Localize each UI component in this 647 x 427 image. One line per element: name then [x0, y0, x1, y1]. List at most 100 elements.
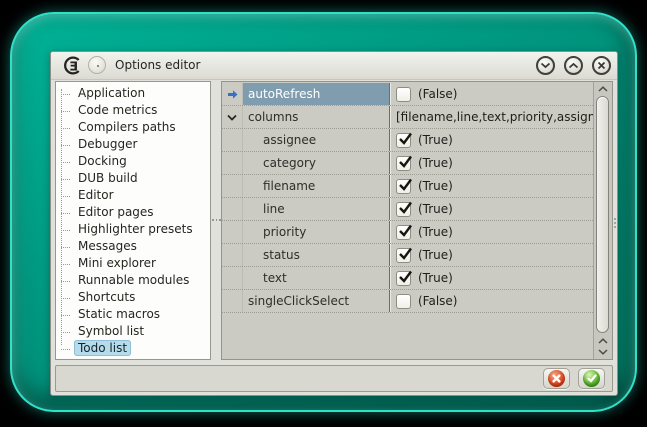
- property-value-text: (True): [418, 133, 453, 147]
- options-editor-window: Ǝ Options editor: [50, 51, 618, 396]
- property-row-columns[interactable]: columns [filename,line,text,priority,assi…: [222, 106, 593, 129]
- sidebar-item-editor-pages[interactable]: Editor pages: [56, 204, 210, 221]
- chevron-down-icon: [540, 62, 551, 69]
- panel-resize-handle-icon[interactable]: [614, 218, 617, 230]
- scrollbar-thumb[interactable]: [596, 96, 609, 333]
- property-value-cell: (True): [390, 175, 593, 197]
- checkbox[interactable]: [396, 87, 411, 102]
- scroll-down-button[interactable]: [594, 346, 612, 358]
- row-gutter: [222, 267, 243, 289]
- cancel-icon: [548, 370, 565, 387]
- sidebar-item-label: Docking: [74, 153, 131, 169]
- window-title: Options editor: [115, 58, 200, 72]
- property-row-autoRefresh[interactable]: autoRefresh (False): [222, 83, 593, 106]
- property-value-cell: (True): [390, 152, 593, 174]
- checkbox[interactable]: [396, 202, 411, 217]
- property-row-text[interactable]: text(True): [222, 267, 593, 290]
- sidebar-item-label: Mini explorer: [74, 255, 160, 271]
- titlebar[interactable]: Ǝ Options editor: [51, 52, 617, 80]
- property-value-cell: (True): [390, 267, 593, 289]
- vertical-scrollbar[interactable]: [593, 82, 612, 359]
- property-name: singleClickSelect: [243, 290, 390, 312]
- sidebar-item-static-macros[interactable]: Static macros: [56, 306, 210, 323]
- sidebar-item-docking[interactable]: Docking: [56, 153, 210, 170]
- cancel-button[interactable]: [543, 368, 570, 389]
- sidebar-item-symbol-list[interactable]: Symbol list: [56, 323, 210, 340]
- footer-bar: [55, 365, 613, 392]
- property-value-text: [filename,line,text,priority,assigne: [396, 110, 593, 124]
- property-value-text: (True): [418, 156, 453, 170]
- app-logo-icon: Ǝ: [63, 56, 82, 75]
- sidebar-item-code-metrics[interactable]: Code metrics: [56, 102, 210, 119]
- sidebar-item-compilers-paths[interactable]: Compilers paths: [56, 119, 210, 136]
- sidebar-item-label: Shortcuts: [74, 289, 139, 305]
- sidebar-item-application[interactable]: Application: [56, 85, 210, 102]
- ok-button[interactable]: [578, 368, 605, 389]
- sidebar-item-label: Compilers paths: [74, 119, 180, 135]
- scroll-up-button[interactable]: [594, 83, 612, 95]
- sidebar-item-shortcuts[interactable]: Shortcuts: [56, 289, 210, 306]
- property-name: filename: [243, 175, 390, 197]
- row-gutter: [222, 290, 243, 312]
- chevron-up-icon: [598, 338, 608, 344]
- property-name: columns: [243, 106, 390, 128]
- sidebar-splitter[interactable]: [211, 81, 221, 360]
- window-menu-button[interactable]: [88, 56, 106, 74]
- sidebar-item-dub-build[interactable]: DUB build: [56, 170, 210, 187]
- checkbox[interactable]: [396, 248, 411, 263]
- sidebar-item-messages[interactable]: Messages: [56, 238, 210, 255]
- property-row-assignee[interactable]: assignee(True): [222, 129, 593, 152]
- ok-icon: [583, 370, 600, 387]
- property-name: autoRefresh: [243, 83, 390, 105]
- property-row-priority[interactable]: priority(True): [222, 221, 593, 244]
- sidebar-item-label: Highlighter presets: [74, 221, 197, 237]
- category-tree: ApplicationCode metricsCompilers pathsDe…: [56, 85, 210, 357]
- row-gutter: [222, 221, 243, 243]
- property-value-cell: (False): [390, 83, 593, 105]
- titlebar-buttons: [536, 56, 611, 75]
- checkbox[interactable]: [396, 271, 411, 286]
- sidebar-item-label: Static macros: [74, 306, 164, 322]
- sidebar-item-todo-list[interactable]: Todo list: [56, 340, 210, 357]
- sidebar-item-editor[interactable]: Editor: [56, 187, 210, 204]
- property-row-singleClickSelect[interactable]: singleClickSelect(False): [222, 290, 593, 313]
- checkbox[interactable]: [396, 179, 411, 194]
- sidebar-item-runnable-modules[interactable]: Runnable modules: [56, 272, 210, 289]
- sidebar-item-label: Messages: [74, 238, 141, 254]
- chevron-up-icon: [568, 62, 579, 69]
- checkbox[interactable]: [396, 133, 411, 148]
- row-gutter: [222, 152, 243, 174]
- property-value-text: (False): [418, 87, 458, 101]
- property-rows: autoRefresh (False) columns [filename,line,…: [222, 83, 593, 313]
- row-gutter: [222, 244, 243, 266]
- sidebar-item-highlighter-presets[interactable]: Highlighter presets: [56, 221, 210, 238]
- property-name: status: [243, 244, 390, 266]
- property-row-filename[interactable]: filename(True): [222, 175, 593, 198]
- property-row-status[interactable]: status(True): [222, 244, 593, 267]
- window-frame: Ǝ Options editor: [10, 12, 637, 412]
- chevron-down-icon: [598, 349, 608, 355]
- checkbox[interactable]: [396, 225, 411, 240]
- checkbox[interactable]: [396, 294, 411, 309]
- property-name: category: [243, 152, 390, 174]
- property-value-cell: (True): [390, 129, 593, 151]
- row-gutter: [222, 198, 243, 220]
- maximize-button[interactable]: [564, 56, 583, 75]
- property-value-cell: (True): [390, 198, 593, 220]
- property-value-cell: (False): [390, 290, 593, 312]
- sidebar-item-debugger[interactable]: Debugger: [56, 136, 210, 153]
- collapse-icon[interactable]: [227, 114, 237, 121]
- checkbox[interactable]: [396, 156, 411, 171]
- svg-text:Ǝ: Ǝ: [69, 59, 78, 74]
- close-button[interactable]: [592, 56, 611, 75]
- property-row-line[interactable]: line(True): [222, 198, 593, 221]
- sidebar-item-mini-explorer[interactable]: Mini explorer: [56, 255, 210, 272]
- minimize-button[interactable]: [536, 56, 555, 75]
- sidebar-item-label: Code metrics: [74, 102, 161, 118]
- property-value-text: (True): [418, 202, 453, 216]
- close-icon: [597, 61, 606, 70]
- property-name: text: [243, 267, 390, 289]
- sidebar-item-label: Application: [74, 85, 149, 101]
- property-row-category[interactable]: category (True): [222, 152, 593, 175]
- row-gutter[interactable]: [222, 106, 243, 128]
